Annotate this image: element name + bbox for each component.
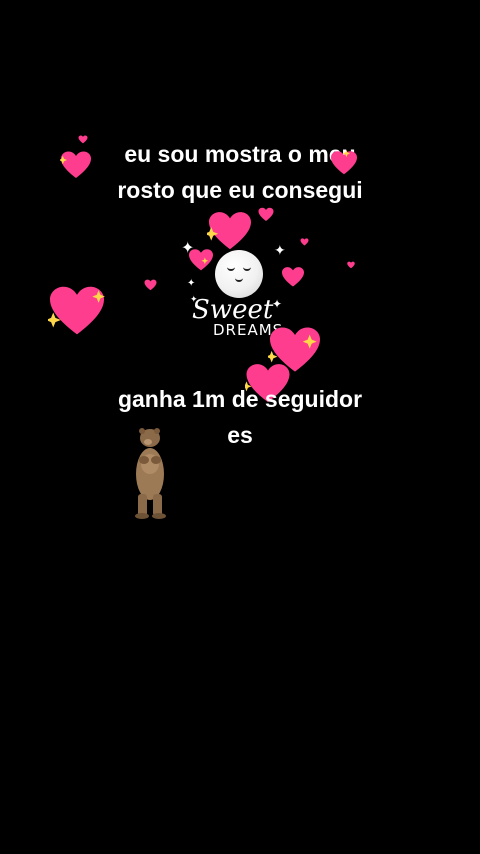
bottom-caption-line-1: ganha 1m de seguidor	[117, 386, 363, 412]
sparkle-icon: ✦	[274, 243, 286, 259]
moon-icon	[215, 250, 263, 298]
heart-icon	[207, 212, 251, 250]
bear-sticker	[135, 428, 166, 519]
sparkle-icon: ✦	[190, 295, 198, 305]
bottom-caption-line-2: es	[227, 422, 253, 448]
heart-icon	[48, 286, 105, 335]
heart-icon	[282, 267, 304, 287]
moon-mouth	[235, 276, 243, 282]
heart-icon	[300, 238, 309, 246]
heart-icon	[144, 279, 157, 291]
bottom-caption: ganha 1m de seguidor es	[0, 381, 480, 453]
sparkle-icon: ✦	[272, 297, 283, 311]
heart-icon	[331, 150, 357, 175]
heart-icon	[60, 151, 91, 178]
heart-icon	[258, 207, 274, 221]
heart-icon	[78, 135, 88, 144]
moon-left-eye	[227, 265, 235, 271]
sparkle-icon: ✦	[187, 278, 196, 289]
moon-right-eye	[243, 265, 251, 271]
heart-icon	[347, 261, 355, 269]
heart-icon	[189, 249, 213, 271]
